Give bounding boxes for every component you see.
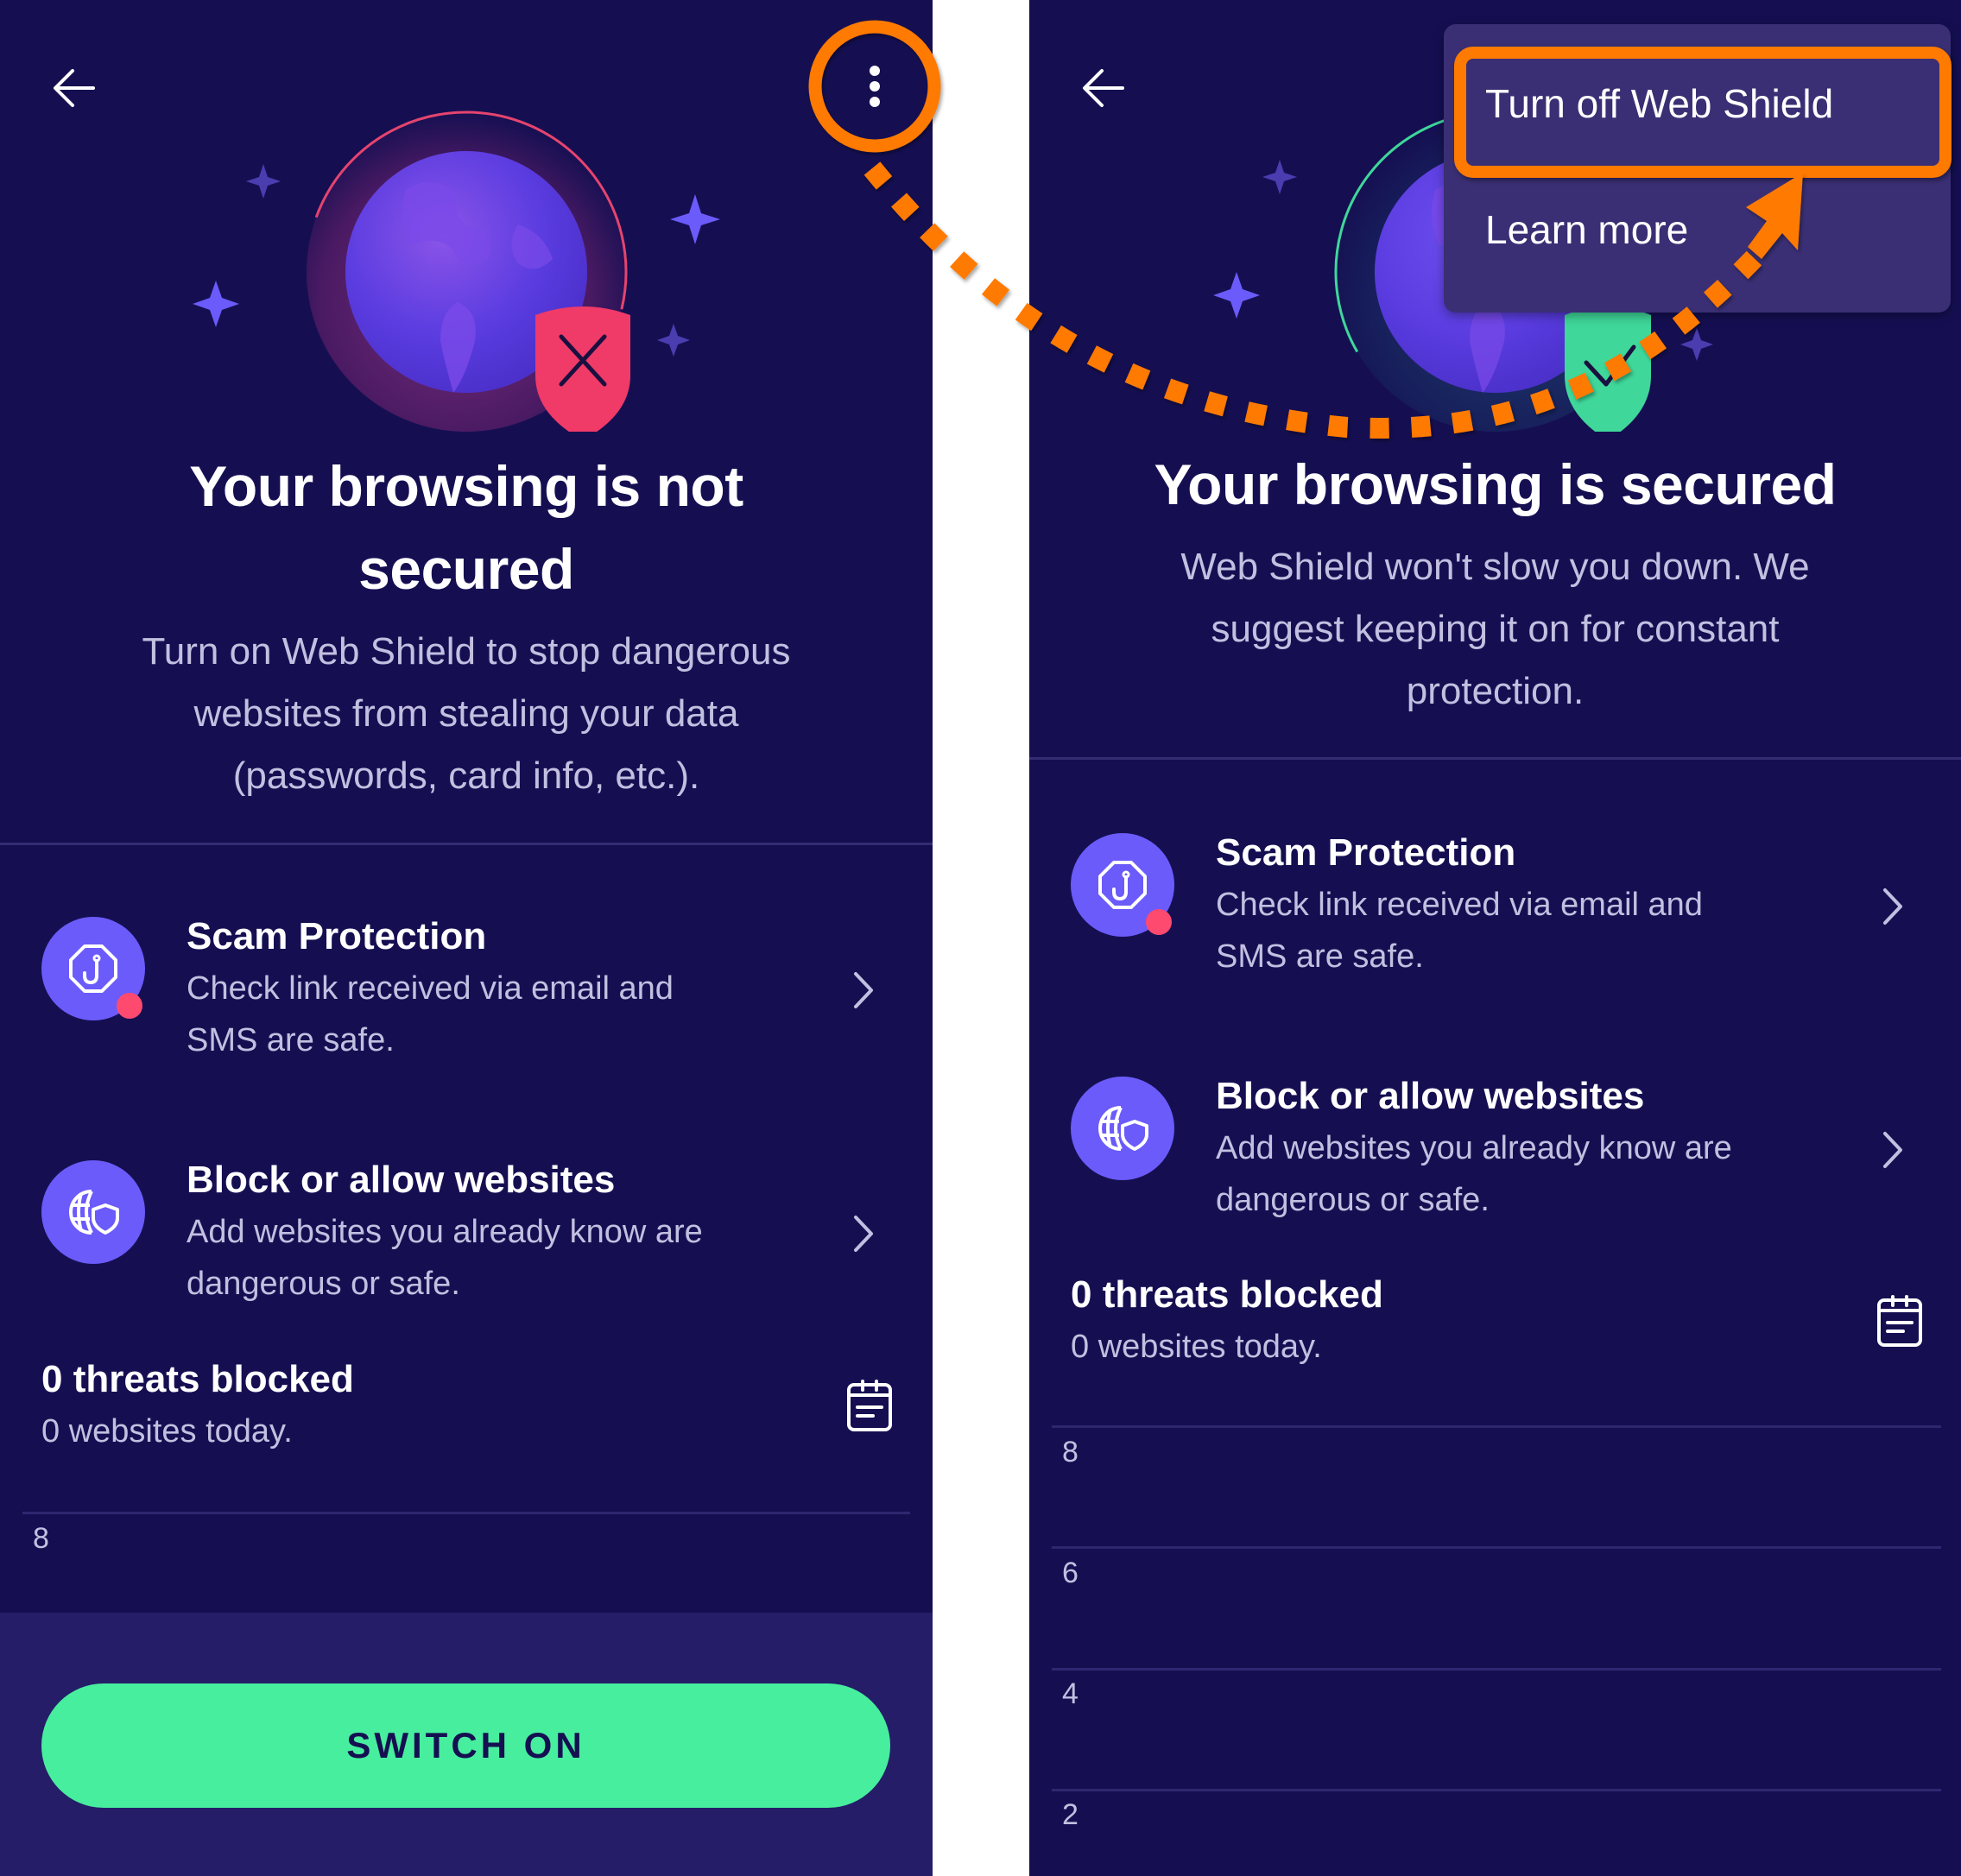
block-allow-icon-circle [1071,1077,1174,1180]
status-title-line: secured [358,537,574,601]
chart-gridline [1052,1668,1941,1671]
section-divider [1029,757,1961,760]
switch-on-button[interactable]: SWITCH ON [41,1683,890,1808]
threats-blocked-title: 0 threats blocked [41,1358,354,1400]
feature-desc-line: Check link received via email and [187,970,674,1007]
feature-desc-line: dangerous or safe. [1216,1182,1490,1218]
threats-blocked-title: 0 threats blocked [1071,1273,1383,1316]
star-icon [1680,328,1713,361]
star-icon [1262,160,1297,194]
web-shield-illustration [193,111,720,432]
feature-row-block-allow[interactable]: Block or allow websites Add websites you… [1029,1058,1961,1230]
feature-desc-line: SMS are safe. [187,1022,395,1058]
chart-gridline [1052,1789,1941,1791]
chevron-right-icon [1883,888,1902,925]
feature-desc-line: Check link received via email and [1216,887,1703,923]
screen-not-secured: Your browsing is not secured Turn on Web… [0,0,933,1876]
status-title-line: Your browsing is not [189,454,743,518]
feature-desc-line: dangerous or safe. [187,1266,460,1302]
feature-row-scam-protection[interactable]: Scam Protection Check link received via … [0,898,933,1071]
status-subtitle-line: websites from stealing your data [193,692,739,735]
status-subtitle-line: protection. [1406,670,1585,712]
threats-blocked-subtitle: 0 websites today. [41,1413,293,1450]
chart-y-tick: 8 [33,1522,49,1555]
calendar-icon[interactable] [845,1378,894,1433]
fishhook-octagon-icon [69,944,117,993]
chevron-right-icon [854,1216,873,1252]
feature-desc-line: Add websites you already know are [187,1214,703,1250]
feature-title: Scam Protection [1216,831,1516,874]
star-icon [193,281,239,327]
feature-title: Scam Protection [187,915,487,957]
feature-title: Block or allow websites [1216,1075,1645,1117]
feature-desc-line: Add websites you already know are [1216,1130,1732,1166]
status-title-line: Your browsing is secured [1154,452,1837,516]
chart-y-tick: 2 [1062,1798,1079,1831]
chart-y-tick: 8 [1062,1436,1079,1469]
chevron-right-icon [854,972,873,1008]
arrow-left-icon[interactable] [48,62,100,114]
feature-title: Block or allow websites [187,1159,616,1201]
calendar-icon[interactable] [1876,1293,1924,1349]
fishhook-octagon-icon [1098,861,1147,909]
star-icon [657,324,690,357]
notification-badge [117,993,142,1019]
chart-gridline [1052,1425,1941,1428]
star-icon [670,194,720,244]
threats-blocked-subtitle: 0 websites today. [1071,1329,1322,1365]
chevron-right-icon [1883,1132,1902,1168]
status-subtitle-line: suggest keeping it on for constant [1211,608,1780,650]
star-icon [246,164,281,199]
star-icon [1213,272,1260,319]
feature-row-scam-protection[interactable]: Scam Protection Check link received via … [1029,814,1961,987]
menu-item-learn-more[interactable]: Learn more [1444,204,1951,256]
shield-check-icon [1565,306,1651,432]
chart-gridline [22,1512,910,1514]
chart-gridline [1052,1546,1941,1549]
status-subtitle-line: Turn on Web Shield to stop dangerous [142,630,791,673]
feature-row-block-allow[interactable]: Block or allow websites Add websites you… [0,1141,933,1314]
screen-secured: Your browsing is secured Web Shield won'… [1029,0,1961,1876]
globe-shield-icon [69,1190,119,1235]
shield-x-icon [535,306,630,432]
status-subtitle-line: Web Shield won't slow you down. We [1180,546,1810,588]
chart-y-tick: 6 [1062,1557,1079,1589]
feature-desc-line: SMS are safe. [1216,938,1424,975]
section-divider [0,843,933,845]
chart-y-tick: 4 [1062,1677,1079,1710]
notification-badge [1146,909,1172,935]
arrow-left-icon[interactable] [1078,62,1129,114]
more-vertical-icon[interactable] [851,60,899,112]
block-allow-icon-circle [41,1160,145,1264]
globe-shield-icon [1098,1106,1148,1151]
status-subtitle-line: (passwords, card info, etc.). [232,755,700,797]
annotation-highlight-box [1454,47,1952,178]
